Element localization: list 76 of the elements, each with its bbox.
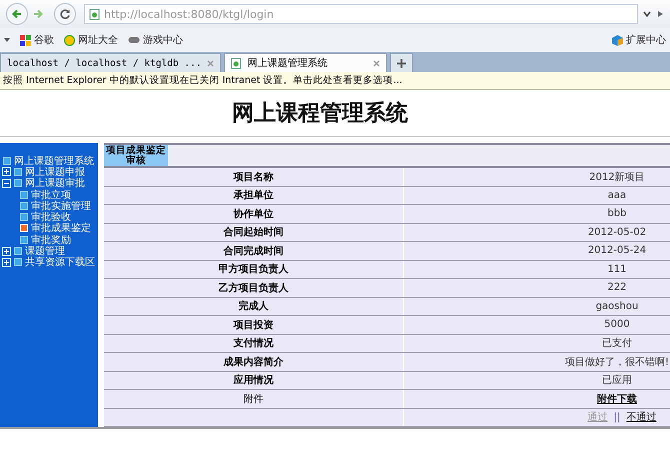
- field-value: 项目做好了，很不错啊!: [564, 356, 669, 369]
- field-value: gaoshou: [596, 300, 638, 312]
- field-label: 乙方项目负责人: [104, 279, 404, 297]
- download-link[interactable]: 附件下载: [597, 392, 637, 406]
- collapse-icon[interactable]: [2, 178, 11, 188]
- field-value: 已支付: [602, 336, 632, 350]
- node-icon: [14, 247, 22, 256]
- field-label: 支付情况: [104, 334, 404, 352]
- field-label: 合同起始时间: [104, 224, 404, 242]
- field-value: 2012新项目: [589, 170, 645, 184]
- field-value: 2012-05-02: [588, 226, 646, 238]
- expand-icon[interactable]: [2, 167, 11, 176]
- tree-item[interactable]: 共享资源下载区: [0, 256, 98, 268]
- close-icon[interactable]: [373, 60, 380, 66]
- separator-text: ||: [614, 412, 620, 423]
- field-value: 111: [607, 264, 627, 275]
- field-value: 5000: [604, 319, 630, 330]
- info-bar[interactable]: 按照 Internet Explorer 中的默认设置现在已关闭 Intranet 设置。单击此处查看更多选项...: [0, 72, 670, 90]
- node-icon: [20, 202, 28, 210]
- field-label: 合同完成时间: [104, 242, 404, 260]
- field-label: 项目名称: [104, 168, 404, 186]
- browser-tab[interactable]: localhost / localhost / ktgldb ...: [0, 53, 222, 72]
- node-icon: [20, 236, 28, 244]
- field-label: 附件: [104, 390, 404, 408]
- page-icon: [89, 8, 100, 20]
- expand-icon[interactable]: [2, 258, 11, 267]
- field-value: bbb: [607, 208, 627, 220]
- field-value: 已应用: [602, 374, 632, 388]
- expand-icon[interactable]: [2, 246, 11, 256]
- field-label: 承担单位: [104, 186, 404, 204]
- arrow-left-icon: [11, 8, 23, 20]
- squares-icon: [20, 34, 31, 46]
- extensions-button[interactable]: 扩展中心: [612, 33, 666, 47]
- tree-item[interactable]: 网上课题管理系统: [0, 155, 98, 166]
- plus-icon: [397, 58, 406, 68]
- panel-tab[interactable]: 项目成果鉴定审核: [104, 145, 168, 166]
- field-value: 222: [607, 282, 627, 294]
- field-label: 甲方项目负责人: [104, 260, 404, 278]
- back-button[interactable]: [6, 3, 28, 25]
- field-label: 项目投资: [104, 316, 404, 334]
- new-tab-button[interactable]: [390, 53, 414, 72]
- tree-item[interactable]: 审批立项: [0, 188, 98, 200]
- node-icon: [14, 168, 22, 176]
- page-title: 网上课程管理系统: [232, 100, 408, 128]
- page-icon: [231, 58, 242, 68]
- refresh-button[interactable]: [54, 3, 76, 25]
- tree-item[interactable]: 课题管理: [0, 245, 98, 257]
- dropdown-icon[interactable]: [642, 9, 652, 19]
- caret-icon[interactable]: [4, 37, 10, 43]
- node-icon: [3, 156, 11, 165]
- refresh-icon: [59, 8, 71, 20]
- tree-item[interactable]: 审批成果鉴定: [0, 222, 98, 234]
- node-icon: [20, 224, 28, 232]
- bookmark[interactable]: 谷歌: [20, 33, 54, 47]
- tree-item[interactable]: 网上课题审批: [0, 178, 98, 189]
- field-value: aaa: [608, 190, 626, 201]
- field-label: 应用情况: [104, 372, 404, 390]
- node-icon: [20, 213, 28, 222]
- node-icon: [14, 258, 22, 266]
- tree-item[interactable]: 审批实施管理: [0, 200, 98, 212]
- node-icon: [20, 190, 28, 199]
- tree-item[interactable]: 审批奖励: [0, 234, 98, 246]
- browser-tab[interactable]: 网上课题管理系统: [224, 53, 388, 72]
- field-label: 成果内容简介: [104, 353, 404, 371]
- bookmark[interactable]: 游戏中心: [128, 33, 183, 47]
- cube-icon: [612, 34, 623, 46]
- tree-item[interactable]: 网上课题申报: [0, 166, 98, 178]
- field-label: 完成人: [104, 298, 404, 316]
- globe-icon: [64, 34, 75, 46]
- field-label: 协作单位: [104, 205, 404, 223]
- field-value: 2012-05-24: [588, 245, 646, 256]
- reject-link[interactable]: 不通过: [626, 410, 656, 424]
- go-icon[interactable]: [656, 9, 664, 19]
- tree-item[interactable]: 审批验收: [0, 211, 98, 223]
- node-icon: [14, 179, 22, 188]
- bookmark[interactable]: 网址大全: [64, 33, 118, 47]
